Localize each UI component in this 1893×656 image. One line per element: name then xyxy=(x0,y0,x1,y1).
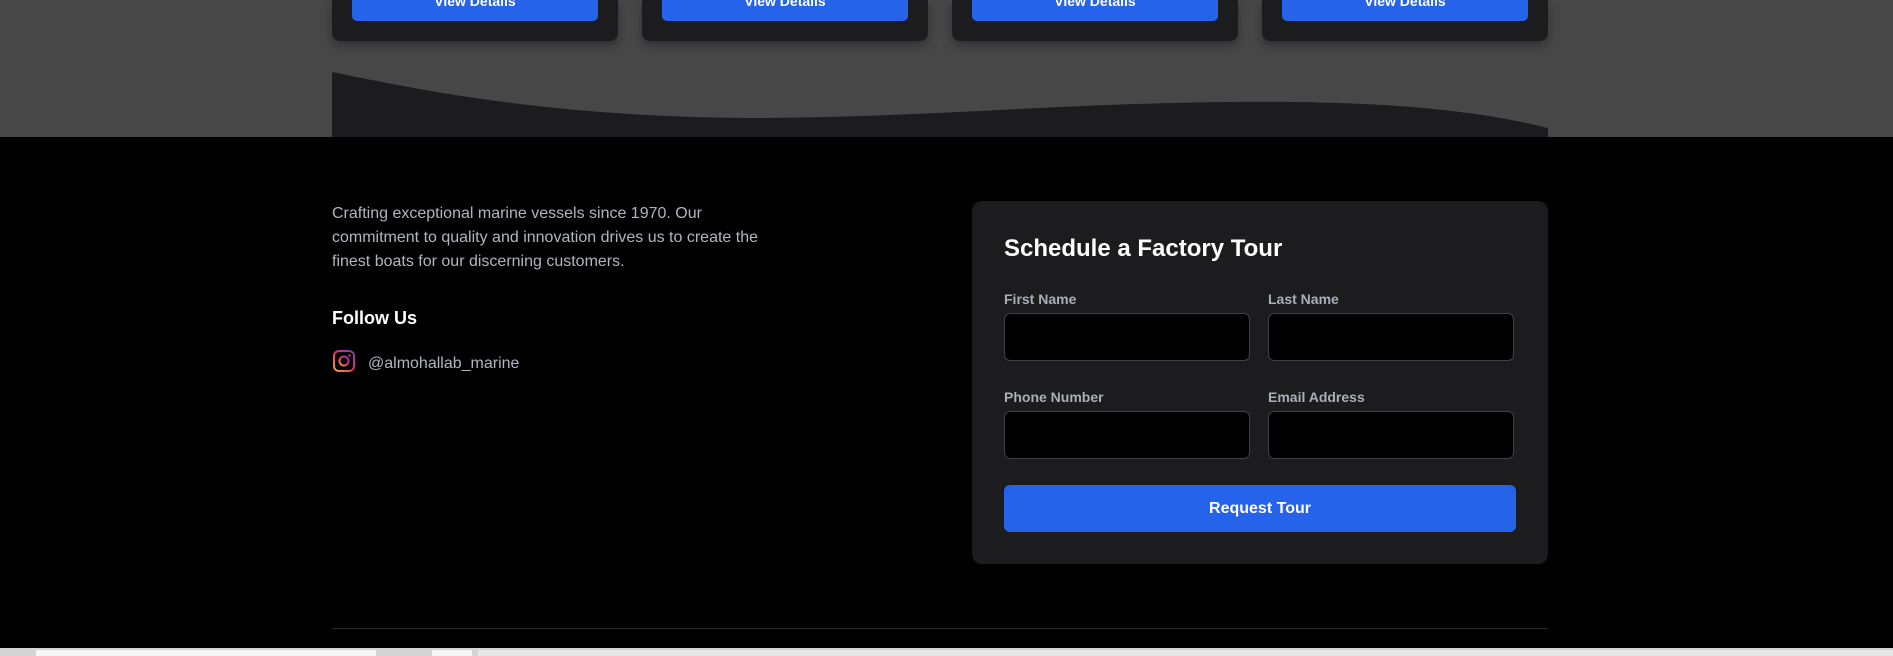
follow-us-heading: Follow Us xyxy=(332,308,417,328)
request-tour-button[interactable]: Request Tour xyxy=(1004,485,1516,532)
taskbar-segment xyxy=(478,650,1893,656)
instagram-icon xyxy=(332,349,356,378)
view-details-button[interactable]: View Details xyxy=(662,0,908,21)
product-card: View Details xyxy=(1262,0,1548,41)
tour-form: Schedule a Factory Tour First Name Last … xyxy=(972,201,1548,564)
product-card: View Details xyxy=(642,0,928,41)
instagram-link[interactable]: @almohallab_marine xyxy=(332,349,519,378)
first-name-input[interactable] xyxy=(1004,313,1250,361)
taskbar-segment xyxy=(432,650,472,656)
company-description: Crafting exceptional marine vessels sinc… xyxy=(332,205,758,270)
product-card: View Details xyxy=(952,0,1238,41)
product-card: View Details xyxy=(332,0,618,41)
taskbar-strip xyxy=(0,648,1893,656)
email-input[interactable] xyxy=(1268,411,1514,459)
wave-divider xyxy=(332,72,1548,137)
first-name-label: First Name xyxy=(1004,291,1077,307)
form-title: Schedule a Factory Tour xyxy=(1004,235,1283,262)
phone-input[interactable] xyxy=(1004,411,1250,459)
instagram-handle: @almohallab_marine xyxy=(368,354,520,372)
view-details-button[interactable]: View Details xyxy=(1282,0,1528,21)
taskbar-segment xyxy=(36,650,376,656)
last-name-label: Last Name xyxy=(1268,291,1339,307)
products-section: View Details View Details View Details V… xyxy=(0,0,1893,137)
footer-divider xyxy=(332,628,1548,629)
last-name-input[interactable] xyxy=(1268,313,1514,361)
view-details-button[interactable]: View Details xyxy=(352,0,598,21)
phone-label: Phone Number xyxy=(1004,389,1104,405)
view-details-button[interactable]: View Details xyxy=(972,0,1218,21)
email-label: Email Address xyxy=(1268,389,1365,405)
